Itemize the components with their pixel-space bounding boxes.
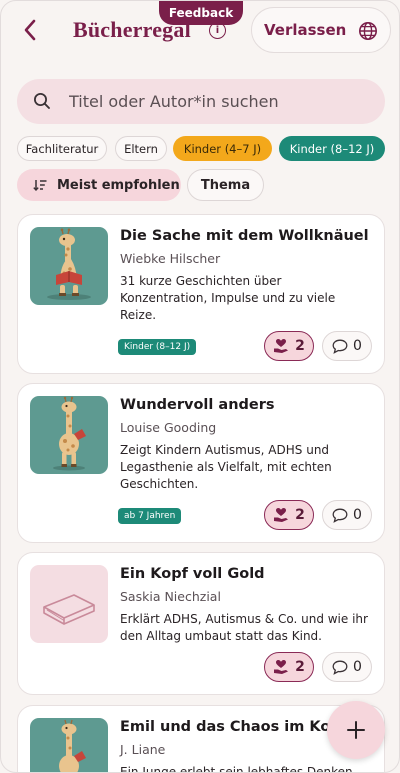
speech-bubble-icon <box>332 508 348 523</box>
app-frame: Bücherregal i Feedback Verlassen Fachlit… <box>0 0 400 773</box>
book-outline-icon <box>43 594 95 625</box>
exit-button-label: Verlassen <box>264 21 347 39</box>
age-badge: Kinder (8–12 J) <box>118 339 197 355</box>
back-button[interactable] <box>15 15 45 45</box>
filter-chip-fachliteratur[interactable]: Fachliteratur <box>17 136 107 161</box>
comment-count: 0 <box>353 338 362 354</box>
book-title: Ein Kopf voll Gold <box>120 566 265 582</box>
feedback-button[interactable]: Feedback <box>159 1 243 25</box>
filter-chip-eltern[interactable]: Eltern <box>115 136 167 161</box>
heart-hand-icon <box>274 660 289 674</box>
book-description: Zeigt Kindern Autismus, ADHS und Legasth… <box>120 443 332 491</box>
chevron-left-icon <box>24 19 36 41</box>
recommend-button[interactable]: 2 <box>264 652 314 682</box>
book-cover <box>30 396 108 474</box>
age-badge: ab 7 Jahren <box>118 508 182 524</box>
recommend-count: 2 <box>295 338 305 354</box>
book-author: Louise Gooding <box>120 420 217 435</box>
book-card[interactable]: Ein Kopf voll Gold Saskia Niechzial Erkl… <box>17 552 385 695</box>
book-title: Die Sache mit dem Wollknäuel <box>120 228 369 244</box>
search-icon <box>34 93 50 109</box>
comment-button[interactable]: 0 <box>322 331 372 361</box>
book-card[interactable]: Wundervoll anders Louise Gooding Zeigt K… <box>17 383 385 543</box>
sort-icon <box>33 180 47 191</box>
sort-button[interactable]: Meist empfohlen <box>17 169 181 201</box>
sort-button-label: Meist empfohlen <box>57 177 180 193</box>
search-input[interactable] <box>69 79 369 124</box>
giraffe-reading-icon <box>47 228 91 300</box>
globe-icon[interactable] <box>358 21 378 41</box>
theme-filter-button[interactable]: Thema <box>187 169 264 201</box>
add-book-button[interactable] <box>327 701 385 759</box>
comment-button[interactable]: 0 <box>322 652 372 682</box>
comment-count: 0 <box>353 507 362 523</box>
book-description: Erklärt ADHS, Autismus & Co. und wie ihr… <box>120 612 368 643</box>
plus-icon <box>347 721 365 739</box>
comment-button[interactable]: 0 <box>322 500 372 530</box>
book-card[interactable]: Die Sache mit dem Wollknäuel Wiebke Hils… <box>17 214 385 374</box>
book-author: J. Liane <box>120 742 166 757</box>
book-title: Wundervoll anders <box>120 397 275 413</box>
book-author: Wiebke Hilscher <box>120 251 221 266</box>
speech-bubble-icon <box>332 339 348 354</box>
book-description: Ein Junge erlebt sein lebhaftes Denken <box>120 765 353 773</box>
book-author: Saskia Niechzial <box>120 589 221 604</box>
heart-hand-icon <box>274 339 289 353</box>
book-cover <box>30 227 108 305</box>
book-description: 31 kurze Geschichten über Konzentration,… <box>120 274 336 322</box>
recommend-button[interactable]: 2 <box>264 500 314 530</box>
speech-bubble-icon <box>332 660 348 675</box>
recommend-button[interactable]: 2 <box>264 331 314 361</box>
search-bar[interactable] <box>17 79 385 124</box>
recommend-count: 2 <box>295 507 305 523</box>
comment-count: 0 <box>353 659 362 675</box>
header: Bücherregal i Feedback Verlassen <box>1 1 399 63</box>
book-cover <box>30 718 108 772</box>
exit-button[interactable]: Verlassen <box>251 7 391 53</box>
recommend-count: 2 <box>295 659 305 675</box>
giraffe-standing-icon <box>53 396 86 471</box>
filter-chip-kinder-8-12[interactable]: Kinder (8–12 J) <box>279 136 385 161</box>
book-cover <box>30 565 108 643</box>
filter-chip-kinder-4-7[interactable]: Kinder (4–7 J) <box>173 136 272 161</box>
giraffe-standing-icon <box>59 719 86 772</box>
heart-hand-icon <box>274 508 289 522</box>
